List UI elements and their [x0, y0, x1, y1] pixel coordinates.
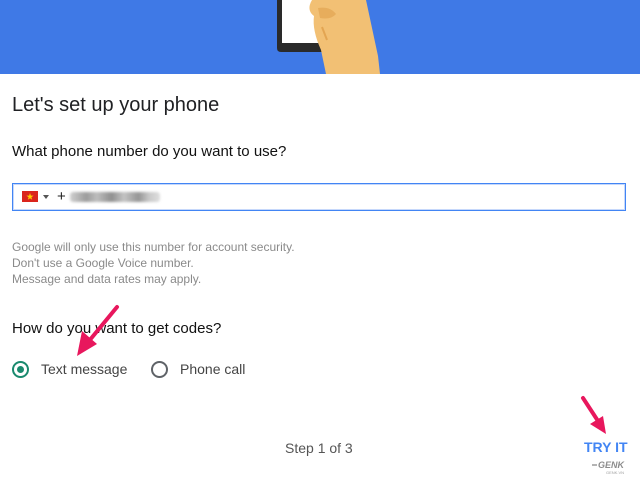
svg-text:GENK: GENK: [598, 460, 626, 470]
phone-note-line: Message and data rates may apply.: [12, 272, 202, 286]
phone-note-line: Google will only use this number for acc…: [12, 240, 295, 254]
try-it-button[interactable]: TRY IT: [584, 439, 628, 455]
genk-watermark-logo: GENK GENK.VN: [592, 460, 626, 475]
phone-call-label[interactable]: Phone call: [180, 361, 245, 377]
annotation-arrow-icon: [581, 396, 600, 423]
country-dropdown-caret-icon[interactable]: [43, 195, 49, 199]
setup-phone-screen: Let's set up your phone What phone numbe…: [0, 0, 640, 480]
step-indicator: Step 1 of 3: [285, 440, 353, 456]
phone-call-radio-option[interactable]: Phone call: [151, 358, 245, 380]
vietnam-flag-icon[interactable]: [22, 191, 38, 202]
page-title: Let's set up your phone: [12, 94, 220, 116]
phone-call-radio-button[interactable]: [151, 360, 168, 378]
redacted-phone-number: [70, 192, 160, 202]
phone-number-field[interactable]: +: [12, 183, 626, 211]
svg-text:GENK.VN: GENK.VN: [606, 470, 624, 475]
header-banner: [0, 0, 640, 74]
phone-number-question: What phone number do you want to use?: [12, 143, 287, 160]
text-message-radio-button[interactable]: [12, 360, 29, 378]
phone-notes: Google will only use this number for acc…: [12, 239, 295, 287]
text-message-label[interactable]: Text message: [41, 361, 127, 377]
annotation-arrowhead-icon: [590, 416, 606, 434]
radio-selected-dot-icon: [17, 365, 24, 373]
phone-number-input[interactable]: +: [57, 188, 66, 206]
phone-note-line: Don't use a Google Voice number.: [12, 256, 194, 270]
code-method-question: How do you want to get codes?: [12, 320, 222, 337]
phone-in-hand-illustration: [277, 0, 380, 74]
text-message-radio-option[interactable]: Text message: [12, 358, 127, 380]
